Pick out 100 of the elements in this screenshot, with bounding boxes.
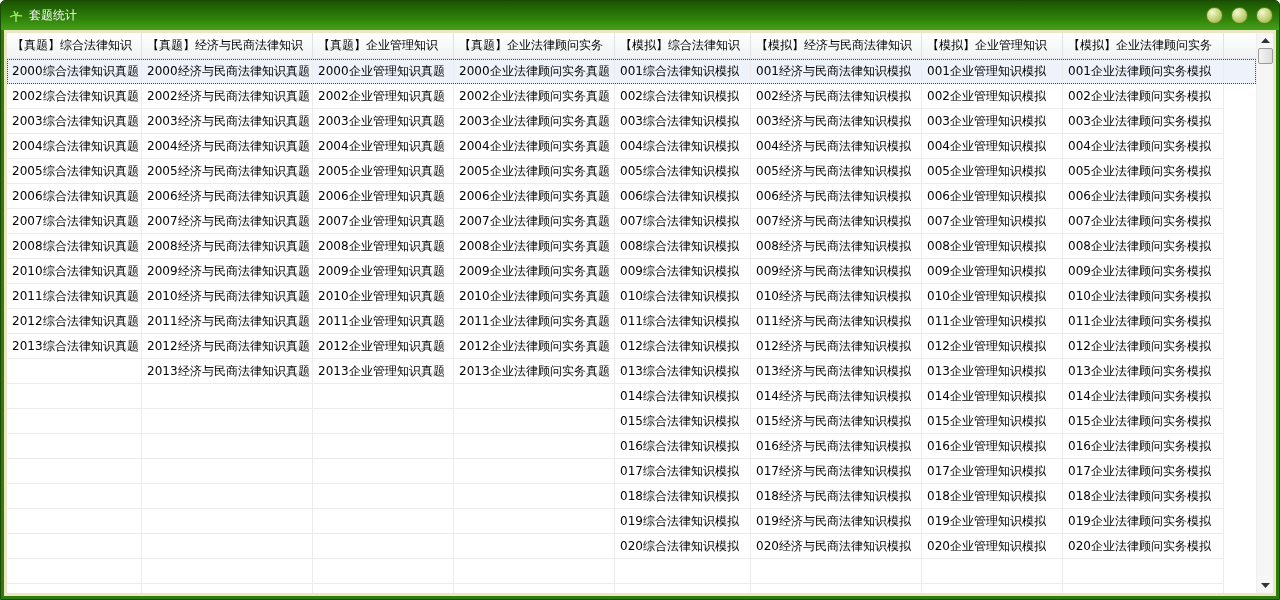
table-cell: 012企业管理知识模拟 (927, 337, 1046, 355)
table-cell: 2003企业管理知识真题 (318, 112, 445, 130)
table-cell: 2008企业法律顾问实务真题 (459, 237, 610, 255)
table-row[interactable]: 016综合法律知识模拟 016经济与民商法律知识模拟 016企业管理知识模拟 016企业法律顾问实务模拟 (7, 434, 1256, 459)
table-row[interactable]: 2013综合法律知识真题 2012经济与民商法律知识真题 2012企业管理知识真题 2012企业法律顾问实务真题 012综合法律知识模拟 012经济与民商法律知识模拟 012企业管理知识模拟 012企业法律顾问实务模拟 (7, 334, 1256, 359)
table-cell: 015综合法律知识模拟 (620, 412, 739, 430)
close-button[interactable] (1256, 7, 1273, 24)
table-cell: 016综合法律知识模拟 (620, 437, 739, 455)
table-cell: 2010企业法律顾问实务真题 (459, 287, 610, 305)
table-row[interactable]: 018综合法律知识模拟 018经济与民商法律知识模拟 018企业管理知识模拟 018企业法律顾问实务模拟 (7, 484, 1256, 509)
table-row[interactable]: 2011综合法律知识真题 2010经济与民商法律知识真题 2010企业管理知识真题 2010企业法律顾问实务真题 010综合法律知识模拟 010经济与民商法律知识模拟 010企业管理知识模拟 010企业法律顾问实务模拟 (7, 284, 1256, 309)
table-cell: 005企业法律顾问实务模拟 (1068, 162, 1211, 180)
table-row[interactable]: 2000综合法律知识真题 2000经济与民商法律知识真题 2000企业管理知识真题 2000企业法律顾问实务真题 001综合法律知识模拟 001经济与民商法律知识模拟 001企业管理知识模拟 001企业法律顾问实务模拟 (7, 59, 1256, 84)
table-cell: 005企业管理知识模拟 (927, 162, 1046, 180)
table-cell: 2007企业管理知识真题 (318, 212, 445, 230)
table-cell: 007企业法律顾问实务模拟 (1068, 212, 1211, 230)
table-row[interactable]: 2006综合法律知识真题 2006经济与民商法律知识真题 2006企业管理知识真题 2006企业法律顾问实务真题 006综合法律知识模拟 006经济与民商法律知识模拟 006企业管理知识模拟 006企业法律顾问实务模拟 (7, 184, 1256, 209)
table-row[interactable]: 014综合法律知识模拟 014经济与民商法律知识模拟 014企业管理知识模拟 014企业法律顾问实务模拟 (7, 384, 1256, 409)
table-row[interactable]: 2005综合法律知识真题 2005经济与民商法律知识真题 2005企业管理知识真题 2005企业法律顾问实务真题 005综合法律知识模拟 005经济与民商法律知识模拟 005企业管理知识模拟 005企业法律顾问实务模拟 (7, 159, 1256, 184)
table-cell: 001经济与民商法律知识模拟 (756, 62, 911, 80)
table-cell: 007综合法律知识模拟 (620, 212, 739, 230)
window-title: 套题统计 (29, 7, 77, 24)
column-header[interactable]: 【模拟】经济与民商法律知识 (751, 33, 922, 58)
column-header[interactable]: 【模拟】综合法律知识 (615, 33, 751, 58)
table-row[interactable]: 2002综合法律知识真题 2002经济与民商法律知识真题 2002企业管理知识真题 2002企业法律顾问实务真题 002综合法律知识模拟 002经济与民商法律知识模拟 002企业管理知识模拟 002企业法律顾问实务模拟 (7, 84, 1256, 109)
column-header[interactable]: 【真题】企业法律顾问实务 (454, 33, 615, 58)
table-cell: 2006企业管理知识真题 (318, 187, 445, 205)
table-cell: 2012企业管理知识真题 (318, 337, 445, 355)
table-cell: 2002企业法律顾问实务真题 (459, 87, 610, 105)
table-cell: 2005经济与民商法律知识真题 (147, 162, 310, 180)
table-cell: 012综合法律知识模拟 (620, 337, 739, 355)
table-cell: 008企业法律顾问实务模拟 (1068, 237, 1211, 255)
minimize-button[interactable] (1206, 7, 1223, 24)
table-cell: 002企业法律顾问实务模拟 (1068, 87, 1211, 105)
table-row[interactable]: 019综合法律知识模拟 019经济与民商法律知识模拟 019企业管理知识模拟 019企业法律顾问实务模拟 (7, 509, 1256, 534)
column-header[interactable]: 【真题】经济与民商法律知识 (142, 33, 313, 58)
table-cell: 010综合法律知识模拟 (620, 287, 739, 305)
table-cell: 015经济与民商法律知识模拟 (756, 412, 911, 430)
scroll-up-icon[interactable] (1260, 38, 1270, 43)
table-cell: 014企业管理知识模拟 (927, 387, 1046, 405)
table-cell: 2000企业管理知识真题 (318, 62, 445, 80)
table-cell: 016经济与民商法律知识模拟 (756, 437, 911, 455)
table-row[interactable]: 020综合法律知识模拟 020经济与民商法律知识模拟 020企业管理知识模拟 020企业法律顾问实务模拟 (7, 534, 1256, 559)
table-cell: 2002企业管理知识真题 (318, 87, 445, 105)
table-row[interactable]: 2004综合法律知识真题 2004经济与民商法律知识真题 2004企业管理知识真题 2004企业法律顾问实务真题 004综合法律知识模拟 004经济与民商法律知识模拟 004企业管理知识模拟 004企业法律顾问实务模拟 (7, 134, 1256, 159)
table-cell: 2004经济与民商法律知识真题 (147, 137, 310, 155)
table-cell: 017企业管理知识模拟 (927, 462, 1046, 480)
table-cell: 016企业管理知识模拟 (927, 437, 1046, 455)
table-cell: 2010企业管理知识真题 (318, 287, 445, 305)
table-cell: 017经济与民商法律知识模拟 (756, 462, 911, 480)
table-row[interactable]: 2013经济与民商法律知识真题 2013企业管理知识真题 2013企业法律顾问实务真题 013综合法律知识模拟 013经济与民商法律知识模拟 013企业管理知识模拟 013企业法律顾问实务模拟 (7, 359, 1256, 384)
table-cell: 011企业法律顾问实务模拟 (1068, 312, 1211, 330)
table-row[interactable]: 017综合法律知识模拟 017经济与民商法律知识模拟 017企业管理知识模拟 017企业法律顾问实务模拟 (7, 459, 1256, 484)
table-cell: 2011综合法律知识真题 (12, 287, 139, 305)
maximize-button[interactable] (1231, 7, 1248, 24)
column-header[interactable]: 【真题】综合法律知识 (7, 33, 142, 58)
table-cell: 006企业管理知识模拟 (927, 187, 1046, 205)
table-cell: 2010经济与民商法律知识真题 (147, 287, 310, 305)
table-cell: 017综合法律知识模拟 (620, 462, 739, 480)
column-header[interactable]: 【真题】企业管理知识 (313, 33, 454, 58)
table-cell: 013企业法律顾问实务模拟 (1068, 362, 1211, 380)
table-cell: 001企业法律顾问实务模拟 (1068, 62, 1211, 80)
table-cell: 018企业法律顾问实务模拟 (1068, 487, 1211, 505)
table-cell: 2005企业管理知识真题 (318, 162, 445, 180)
leaf-icon (9, 8, 23, 23)
column-header[interactable]: 【模拟】企业管理知识 (922, 33, 1063, 58)
table-cell: 018经济与民商法律知识模拟 (756, 487, 911, 505)
table-cell: 2006经济与民商法律知识真题 (147, 187, 310, 205)
table-cell: 002综合法律知识模拟 (620, 87, 739, 105)
table-cell: 019经济与民商法律知识模拟 (756, 512, 911, 530)
table-cell: 2005综合法律知识真题 (12, 162, 139, 180)
scroll-down-icon[interactable] (1260, 583, 1270, 588)
scroll-thumb[interactable] (1257, 48, 1273, 64)
table-cell: 2007综合法律知识真题 (12, 212, 139, 230)
table-cell: 004经济与民商法律知识模拟 (756, 137, 911, 155)
table-row[interactable]: 2003综合法律知识真题 2003经济与民商法律知识真题 2003企业管理知识真题 2003企业法律顾问实务真题 003综合法律知识模拟 003经济与民商法律知识模拟 003企业管理知识模拟 003企业法律顾问实务模拟 (7, 109, 1256, 134)
table-cell: 005综合法律知识模拟 (620, 162, 739, 180)
table-cell: 2013经济与民商法律知识真题 (147, 362, 310, 380)
table-cell: 004综合法律知识模拟 (620, 137, 739, 155)
table-cell: 016企业法律顾问实务模拟 (1068, 437, 1211, 455)
table-cell: 2007经济与民商法律知识真题 (147, 212, 310, 230)
table-cell: 2012综合法律知识真题 (12, 312, 139, 330)
scrollbar[interactable] (1256, 33, 1273, 593)
table-cell: 001企业管理知识模拟 (927, 62, 1046, 80)
column-header[interactable]: 【模拟】企业法律顾问实务 (1063, 33, 1224, 58)
table-row[interactable]: 2008综合法律知识真题 2008经济与民商法律知识真题 2008企业管理知识真题 2008企业法律顾问实务真题 008综合法律知识模拟 008经济与民商法律知识模拟 008企业管理知识模拟 008企业法律顾问实务模拟 (7, 234, 1256, 259)
table-cell: 2007企业法律顾问实务真题 (459, 212, 610, 230)
table-cell: 017企业法律顾问实务模拟 (1068, 462, 1211, 480)
table-cell: 2005企业法律顾问实务真题 (459, 162, 610, 180)
table-row[interactable]: 015综合法律知识模拟 015经济与民商法律知识模拟 015企业管理知识模拟 015企业法律顾问实务模拟 (7, 409, 1256, 434)
table-cell: 2010综合法律知识真题 (12, 262, 139, 280)
table-cell: 006经济与民商法律知识模拟 (756, 187, 911, 205)
table-cell: 013综合法律知识模拟 (620, 362, 739, 380)
table-cell: 004企业法律顾问实务模拟 (1068, 137, 1211, 155)
table-cell: 019企业法律顾问实务模拟 (1068, 512, 1211, 530)
table-row[interactable]: 2007综合法律知识真题 2007经济与民商法律知识真题 2007企业管理知识真题 2007企业法律顾问实务真题 007综合法律知识模拟 007经济与民商法律知识模拟 007企业管理知识模拟 007企业法律顾问实务模拟 (7, 209, 1256, 234)
table-row[interactable]: 2012综合法律知识真题 2011经济与民商法律知识真题 2011企业管理知识真题 2011企业法律顾问实务真题 011综合法律知识模拟 011经济与民商法律知识模拟 011企业管理知识模拟 011企业法律顾问实务模拟 (7, 309, 1256, 334)
table-cell: 001综合法律知识模拟 (620, 62, 739, 80)
table-cell: 2012经济与民商法律知识真题 (147, 337, 310, 355)
table-row[interactable]: 2010综合法律知识真题 2009经济与民商法律知识真题 2009企业管理知识真题 2009企业法律顾问实务真题 009综合法律知识模拟 009经济与民商法律知识模拟 009企业管理知识模拟 009企业法律顾问实务模拟 (7, 259, 1256, 284)
